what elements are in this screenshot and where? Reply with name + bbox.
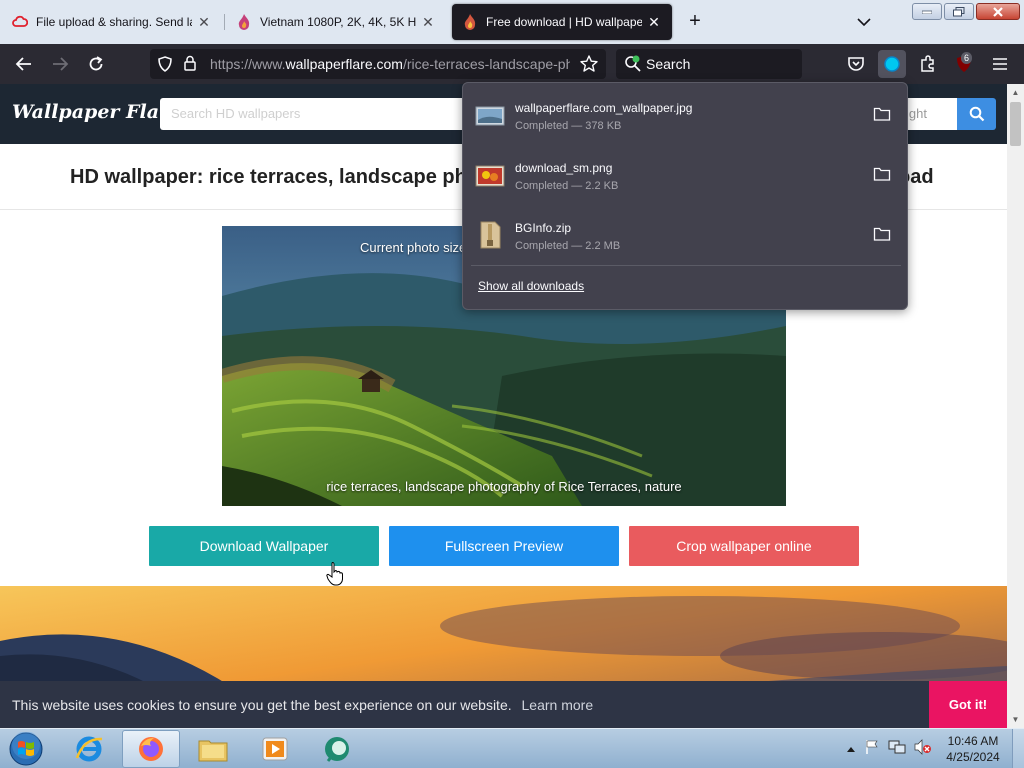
new-tab-button[interactable]: +: [684, 11, 706, 33]
action-center-flag-icon[interactable]: [864, 739, 880, 760]
tab-wallpaperflare[interactable]: Free download | HD wallpaper: ✕: [452, 4, 672, 40]
network-icon[interactable]: [888, 739, 906, 760]
tab-title: File upload & sharing. Send large: [36, 15, 192, 29]
back-button[interactable]: [12, 52, 36, 76]
navigation-toolbar: https://www.wallpaperflare.com/rice-terr…: [0, 44, 1024, 84]
flame-icon: [236, 14, 252, 30]
close-tab-icon[interactable]: ✕: [420, 14, 436, 30]
start-button[interactable]: [6, 730, 46, 768]
image-thumbnail-icon: [475, 103, 505, 129]
search-engine-icon: [624, 55, 642, 76]
media-player-taskbar-icon[interactable]: [246, 730, 304, 768]
pocket-icon[interactable]: [844, 52, 868, 76]
page-scrollbar[interactable]: ▲ ▼: [1007, 84, 1024, 728]
forward-button[interactable]: [48, 52, 72, 76]
download-filename: BGInfo.zip: [515, 221, 572, 235]
tab-file-upload[interactable]: File upload & sharing. Send large ✕: [2, 4, 222, 40]
cloud-upload-icon: [12, 14, 28, 30]
flame-icon: [462, 14, 478, 30]
site-logo[interactable]: Wallpaper Flare: [12, 101, 181, 123]
download-status: Completed — 2.2 KB: [515, 180, 619, 192]
close-tab-icon[interactable]: ✕: [196, 14, 212, 30]
windows-taskbar: 10:46 AM 4/25/2024: [0, 728, 1024, 768]
scroll-thumb[interactable]: [1010, 102, 1021, 146]
download-status: Completed — 378 KB: [515, 120, 622, 132]
crop-wallpaper-button[interactable]: Crop wallpaper online: [629, 526, 859, 566]
clock-date: 4/25/2024: [946, 750, 1000, 764]
restore-button[interactable]: [944, 3, 974, 20]
download-status: Completed — 2.2 MB: [515, 240, 621, 252]
close-window-button[interactable]: [976, 3, 1020, 20]
tab-vietnam[interactable]: Vietnam 1080P, 2K, 4K, 5K HD w ✕: [226, 4, 446, 40]
show-all-downloads-button[interactable]: Show all downloads: [478, 279, 584, 293]
site-search-placeholder: Search HD wallpapers: [171, 106, 301, 121]
tracking-protection-shield-icon[interactable]: [158, 56, 172, 77]
list-all-tabs-chevron-icon[interactable]: [854, 12, 874, 32]
lock-icon[interactable]: [184, 55, 196, 76]
download-filename: download_sm.png: [515, 161, 613, 175]
tab-strip: File upload & sharing. Send large ✕ Viet…: [0, 0, 1024, 44]
show-hidden-icons-arrow-icon[interactable]: [846, 740, 856, 758]
url-bar[interactable]: https://www.wallpaperflare.com/rice-terr…: [150, 49, 606, 79]
download-item[interactable]: BGInfo.zip Completed — 2.2 MB: [467, 208, 903, 264]
url-prefix: https://www.: [210, 56, 286, 72]
system-tray: [846, 729, 932, 768]
cookie-message: This website uses cookies to ensure you …: [12, 697, 512, 713]
photo-caption: rice terraces, landscape photography of …: [326, 479, 682, 494]
image-thumbnail-icon: [475, 163, 505, 189]
show-desktop-button[interactable]: [1012, 729, 1024, 768]
url-domain: wallpaperflare.com: [285, 56, 403, 72]
show-in-folder-icon[interactable]: [873, 226, 891, 242]
file-explorer-taskbar-icon[interactable]: [184, 730, 242, 768]
clock-time: 10:46 AM: [947, 734, 999, 748]
download-wallpaper-button[interactable]: Download Wallpaper: [149, 526, 379, 566]
extensions-puzzle-icon[interactable]: [916, 52, 940, 76]
download-item[interactable]: download_sm.png Completed — 2.2 KB: [467, 148, 903, 204]
cookie-accept-button[interactable]: Got it!: [929, 681, 1007, 728]
site-search-tail: ght: [908, 106, 927, 121]
minimize-button[interactable]: [912, 3, 942, 20]
search-placeholder: Search: [646, 56, 691, 72]
photo-size-label: Current photo size: [360, 240, 467, 255]
extension-badge: 6: [961, 52, 973, 64]
bookmark-star-icon[interactable]: [580, 55, 598, 77]
learn-more-link[interactable]: Learn more: [522, 697, 594, 713]
download-filename: wallpaperflare.com_wallpaper.jpg: [515, 101, 693, 115]
internet-explorer-taskbar-icon[interactable]: [60, 730, 118, 768]
app-taskbar-icon[interactable]: [308, 730, 366, 768]
taskbar-clock[interactable]: 10:46 AM 4/25/2024: [940, 733, 1006, 765]
cookie-banner-text: This website uses cookies to ensure you …: [12, 697, 593, 713]
page-title: HD wallpaper: rice terraces, landscape p…: [70, 166, 467, 188]
close-tab-icon[interactable]: ✕: [646, 14, 662, 30]
downloads-panel: wallpaperflare.com_wallpaper.jpg Complet…: [462, 82, 908, 310]
tab-title: Vietnam 1080P, 2K, 4K, 5K HD w: [260, 15, 416, 29]
reload-button[interactable]: [84, 52, 108, 76]
zip-archive-icon: [475, 221, 505, 249]
show-in-folder-icon[interactable]: [873, 166, 891, 182]
volume-muted-icon[interactable]: [914, 738, 932, 760]
scroll-up-arrow-icon[interactable]: ▲: [1011, 88, 1020, 97]
downloads-separator: [471, 265, 901, 266]
hamburger-menu-icon[interactable]: [988, 52, 1012, 76]
cookie-banner: This website uses cookies to ensure you …: [0, 681, 1007, 728]
url-path: /rice-terraces-landscape-photography-of-…: [402, 56, 570, 72]
site-search-button[interactable]: [957, 98, 996, 130]
url-text[interactable]: https://www.wallpaperflare.com/rice-terr…: [210, 56, 570, 72]
search-icon: [969, 106, 984, 122]
search-box[interactable]: Search: [616, 49, 802, 79]
tab-separator: [224, 14, 225, 30]
tab-title: Free download | HD wallpaper:: [486, 15, 642, 29]
fullscreen-preview-button[interactable]: Fullscreen Preview: [389, 526, 619, 566]
scroll-down-arrow-icon[interactable]: ▼: [1011, 715, 1020, 724]
downloads-button[interactable]: [878, 50, 906, 78]
window-controls: [912, 3, 1020, 20]
firefox-taskbar-icon[interactable]: [122, 730, 180, 768]
hand-cursor-icon: [326, 562, 343, 586]
windows-logo-icon: [9, 732, 43, 766]
download-item[interactable]: wallpaperflare.com_wallpaper.jpg Complet…: [467, 88, 903, 144]
show-in-folder-icon[interactable]: [873, 106, 891, 122]
